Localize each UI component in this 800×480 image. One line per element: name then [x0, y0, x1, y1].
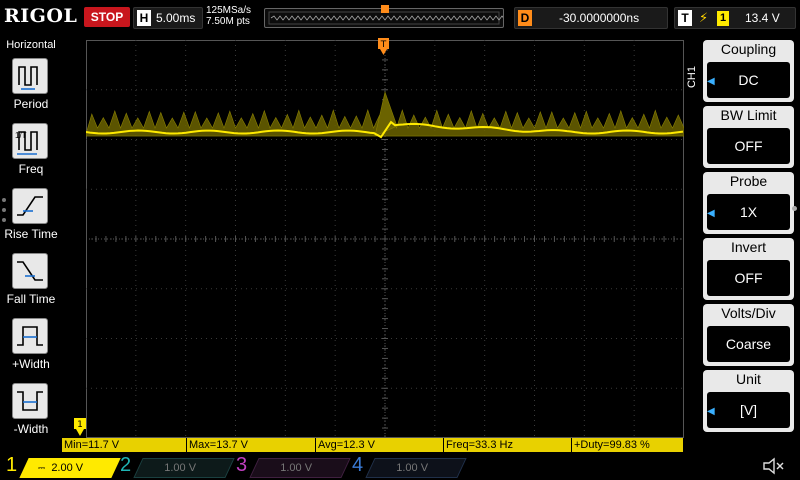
timebase-box[interactable]: H 5.00ms — [133, 7, 203, 29]
channel-scale-value: 1.00 V — [280, 462, 313, 474]
menu-arrow-icon: ◀ — [707, 76, 715, 87]
channel-scale-value: 2.00 V — [51, 462, 84, 474]
measurement-results: Min=11.7 V Max=13.7 V Avg=12.3 V Freq=33… — [62, 438, 684, 452]
meas-avg[interactable]: Avg=12.3 V — [316, 438, 444, 452]
trigger-box[interactable]: T ⚡ 1 13.4 V — [674, 7, 796, 29]
graticule — [86, 40, 684, 438]
measure-label: Period — [13, 97, 49, 111]
channel-number: 1 — [6, 454, 18, 476]
menu-probe[interactable]: Probe 1X ◀ — [703, 172, 794, 234]
channel-number: 3 — [236, 454, 248, 476]
menu-volts-div[interactable]: Volts/Div Coarse — [703, 304, 794, 366]
menu-unit[interactable]: Unit [V] ◀ — [703, 370, 794, 432]
period-icon — [12, 58, 48, 94]
rise-time-icon — [12, 188, 48, 224]
ch1-offset-marker-icon[interactable]: 1 — [74, 418, 86, 436]
measure-label: Rise Time — [4, 227, 58, 241]
menu-coupling[interactable]: Coupling DC ◀ — [703, 40, 794, 102]
menu-value: OFF — [707, 260, 790, 296]
meas-duty[interactable]: +Duty=99.83 % — [572, 438, 684, 452]
trigger-level: 13.4 V — [745, 11, 780, 25]
channel-2[interactable]: 2 1.00 V — [120, 454, 235, 479]
waveform-display[interactable] — [86, 40, 684, 438]
menu-title: Volts/Div — [721, 305, 776, 321]
channel-1[interactable]: 1 ⎓ 2.00 V — [6, 454, 121, 479]
trigger-time-marker-icon[interactable]: T — [378, 38, 389, 55]
channel-scale: ⎓ 2.00 V — [38, 462, 84, 474]
neg-width-icon — [12, 383, 48, 419]
measure-rise-time[interactable]: Rise Time — [0, 188, 62, 248]
svg-text:1/T: 1/T — [15, 131, 27, 140]
run-stop-status[interactable]: STOP — [84, 7, 130, 27]
channel-scale: 1.00 V — [138, 458, 230, 478]
channel-bar: 1 ⎓ 2.00 V 2 1.00 V 3 1.00 V 4 1.00 V — [0, 453, 800, 480]
menu-scroll-indicator — [792, 206, 797, 211]
measure-pos-width[interactable]: +Width — [0, 318, 62, 378]
channel-3[interactable]: 3 1.00 V — [236, 454, 351, 479]
menu-arrow-icon: ◀ — [707, 406, 715, 417]
meas-freq[interactable]: Freq=33.3 Hz — [444, 438, 572, 452]
menu-value: OFF — [707, 128, 790, 164]
acquisition-info: 125MSa/s 7.50M pts — [206, 5, 251, 27]
menu-title: Probe — [729, 173, 768, 189]
measure-period[interactable]: Period — [0, 58, 62, 118]
menu-value: DC — [707, 62, 790, 98]
measurement-panel: Horizontal Period 1/T Freq Rise Time Fal… — [0, 38, 62, 438]
memory-depth: 7.50M pts — [206, 16, 250, 27]
trigger-source: 1 — [717, 11, 729, 26]
freq-icon: 1/T — [12, 123, 48, 159]
svg-text:1: 1 — [77, 420, 83, 430]
pos-width-icon — [12, 318, 48, 354]
channel-number: 4 — [352, 454, 364, 476]
delay-tag: D — [518, 10, 532, 26]
measure-freq[interactable]: 1/T Freq — [0, 123, 62, 183]
channel-scale-value: 1.00 V — [164, 462, 197, 474]
menu-title: BW Limit — [720, 107, 777, 123]
delay-box[interactable]: D -30.0000000ns — [514, 7, 668, 29]
meas-max[interactable]: Max=13.7 V — [187, 438, 316, 452]
svg-text:T: T — [380, 40, 387, 50]
trigger-position-icon — [381, 5, 389, 13]
channel-4[interactable]: 4 1.00 V — [352, 454, 467, 479]
horizontal-tag: H — [137, 10, 151, 26]
measure-label: -Width — [13, 422, 49, 436]
menu-arrow-icon: ◀ — [707, 208, 715, 219]
timebase-value: 5.00ms — [156, 11, 196, 25]
trigger-tag: T — [678, 10, 692, 26]
menu-invert[interactable]: Invert OFF — [703, 238, 794, 300]
measure-label: Fall Time — [6, 292, 56, 306]
panel-title: Horizontal — [6, 39, 56, 51]
channel-menu: Coupling DC ◀ BW Limit OFF Probe 1X ◀ In… — [703, 40, 794, 432]
menu-title: Coupling — [720, 41, 777, 57]
menu-value: 1X — [707, 194, 790, 230]
measure-label: Freq — [18, 162, 44, 176]
delay-value: -30.0000000ns — [559, 11, 640, 25]
menu-title: Invert — [730, 239, 766, 255]
sound-muted-icon[interactable] — [762, 457, 786, 475]
sample-rate: 125MSa/s — [206, 5, 252, 16]
rising-edge-icon: ⚡ — [699, 10, 709, 25]
channel-number: 2 — [120, 454, 132, 476]
meas-min[interactable]: Min=11.7 V — [62, 438, 187, 452]
measure-label: +Width — [12, 357, 50, 371]
top-status-bar: RIGOL STOP H 5.00ms 125MSa/s 7.50M pts D… — [0, 0, 800, 38]
fall-time-icon — [12, 253, 48, 289]
channel-scale: 1.00 V — [370, 458, 462, 478]
menu-title: Unit — [736, 371, 761, 387]
menu-value: [V] — [707, 392, 790, 428]
menu-value: Coarse — [707, 326, 790, 362]
menu-channel-label: CH1 — [686, 66, 698, 89]
menu-bw-limit[interactable]: BW Limit OFF — [703, 106, 794, 168]
channel-scale: 1.00 V — [254, 458, 346, 478]
measure-fall-time[interactable]: Fall Time — [0, 253, 62, 313]
brand-logo: RIGOL — [4, 5, 78, 27]
measure-neg-width[interactable]: -Width — [0, 383, 62, 443]
channel-scale-value: 1.00 V — [396, 462, 429, 474]
